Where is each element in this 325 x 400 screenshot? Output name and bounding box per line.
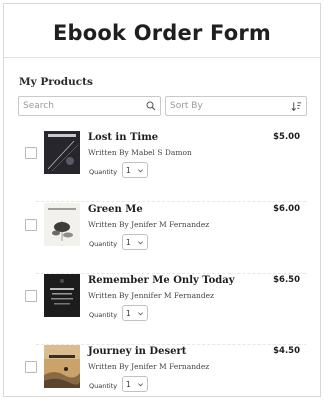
- product-price: $6.50: [273, 275, 300, 285]
- book-cover-image: [44, 131, 80, 174]
- quantity-select[interactable]: 1: [122, 376, 148, 392]
- product-title: Lost in Time: [88, 132, 159, 143]
- search-icon[interactable]: [146, 101, 156, 111]
- quantity-select[interactable]: 1: [122, 305, 148, 321]
- quantity-label: Quantity: [89, 240, 118, 248]
- page-title: Ebook Order Form: [52, 21, 272, 45]
- product-title: Remember Me Only Today: [88, 275, 235, 286]
- book-cover-image: [44, 203, 80, 246]
- section-label: My Products: [19, 76, 93, 88]
- product-title: Green Me: [88, 204, 143, 215]
- product-checkbox[interactable]: [25, 290, 37, 302]
- product-title: Journey in Desert: [88, 346, 187, 357]
- search-box: [18, 96, 161, 116]
- quantity-label: Quantity: [89, 168, 118, 176]
- product-author: Written By Jenifer M Fernandez: [88, 220, 210, 229]
- quantity-value: 1: [126, 379, 131, 389]
- product-row: Remember Me Only Today Written By Jennif…: [4, 274, 320, 345]
- book-cover-image: [44, 345, 80, 388]
- product-price: $4.50: [273, 346, 300, 356]
- quantity-label: Quantity: [89, 382, 118, 390]
- chevron-down-icon: [137, 167, 144, 174]
- title-divider: [4, 57, 320, 58]
- quantity-value: 1: [126, 308, 131, 318]
- product-price: $5.00: [273, 132, 300, 142]
- product-checkbox[interactable]: [25, 219, 37, 231]
- quantity-value: 1: [126, 237, 131, 247]
- product-author: Written By Mabel S Damon: [88, 148, 192, 157]
- search-input[interactable]: [23, 98, 146, 114]
- sort-order-icon: [291, 101, 302, 112]
- product-author: Written By Jennifer M Fernandez: [88, 291, 215, 300]
- product-checkbox[interactable]: [25, 147, 37, 159]
- product-row: Green Me Written By Jenifer M Fernandez …: [4, 203, 320, 274]
- chevron-down-icon: [137, 239, 144, 246]
- product-author: Written By Jenifer M Fernandez: [88, 362, 210, 371]
- quantity-value: 1: [126, 165, 131, 175]
- sort-by-label: Sort By: [170, 101, 203, 111]
- product-price: $6.00: [273, 204, 300, 214]
- order-form-panel: Ebook Order Form My Products Sort By: [3, 3, 321, 397]
- book-cover-image: [44, 274, 80, 317]
- chevron-down-icon: [137, 310, 144, 317]
- quantity-label: Quantity: [89, 311, 118, 319]
- sort-by-select[interactable]: Sort By: [165, 96, 307, 116]
- chevron-down-icon: [137, 381, 144, 388]
- product-checkbox[interactable]: [25, 361, 37, 373]
- quantity-select[interactable]: 1: [122, 162, 148, 178]
- product-row: Journey in Desert Written By Jenifer M F…: [4, 345, 320, 396]
- quantity-select[interactable]: 1: [122, 234, 148, 250]
- product-row: Lost in Time Written By Mabel S Damon $5…: [4, 131, 320, 202]
